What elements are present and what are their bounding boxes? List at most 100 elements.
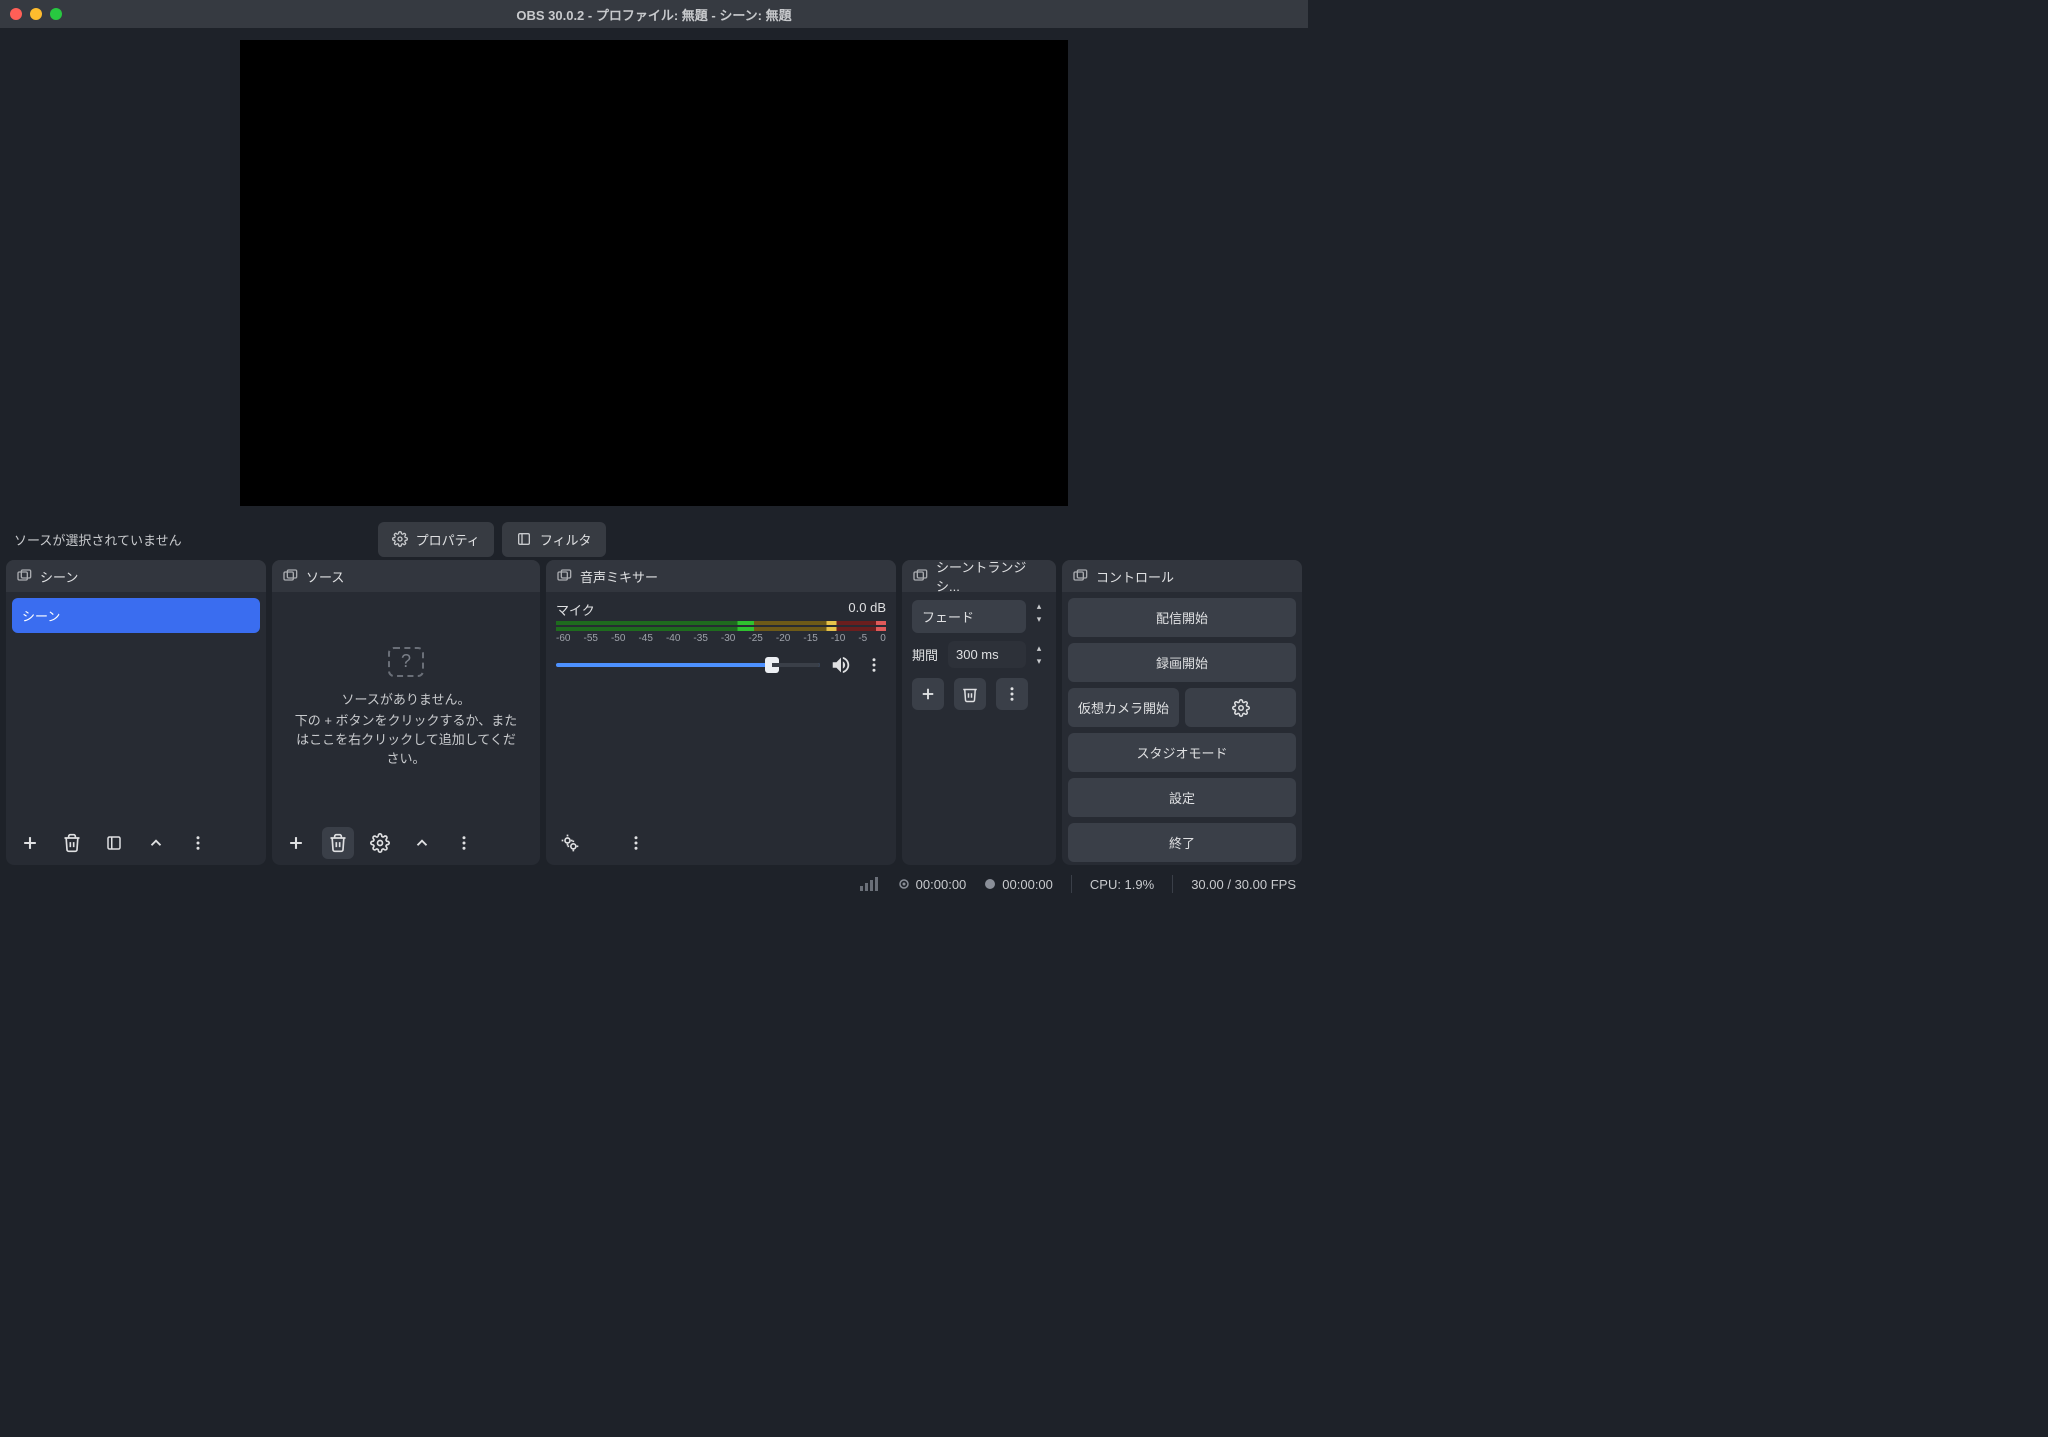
window-controls [10, 8, 62, 20]
volume-slider[interactable] [556, 663, 820, 667]
scene-more-button[interactable] [182, 827, 214, 859]
source-move-up-button[interactable] [406, 827, 438, 859]
mute-button[interactable] [828, 652, 854, 678]
network-bars-icon [860, 877, 880, 891]
add-source-button[interactable] [280, 827, 312, 859]
add-transition-button[interactable] [912, 678, 944, 710]
transition-select-stepper[interactable]: ▴ ▾ [1032, 600, 1046, 633]
remove-transition-button[interactable] [954, 678, 986, 710]
divider [1172, 875, 1173, 893]
audio-meter-scale: -60 -55 -50 -45 -40 -35 -30 -25 -20 -15 … [556, 633, 886, 644]
cpu-usage: CPU: 1.9% [1090, 877, 1154, 892]
channel-options-button[interactable] [862, 653, 886, 677]
transition-more-button[interactable] [996, 678, 1028, 710]
audio-mixer-panel-header[interactable]: 音声ミキサー [546, 560, 896, 592]
question-placeholder-icon: ? [388, 647, 424, 677]
sources-panel-footer [272, 821, 540, 865]
stream-status: 00:00:00 [898, 877, 967, 892]
audio-mixer-panel-footer [546, 821, 896, 865]
record-time: 00:00:00 [1002, 877, 1053, 892]
chevron-down-icon[interactable]: ▾ [1032, 613, 1046, 625]
scene-item[interactable]: シーン [12, 598, 260, 633]
source-properties-label: プロパティ [416, 530, 480, 549]
preview-canvas[interactable] [240, 40, 1068, 506]
dock-panels: シーン シーン [0, 560, 1308, 865]
empty-sources-line1: ソースがありません。 [342, 689, 471, 708]
mixer-channel: マイク 0.0 dB -60 -55 -50 -45 -40 -35 -30 -… [546, 592, 896, 686]
transitions-panel-header[interactable]: シーントランジシ... [902, 560, 1056, 592]
chevron-down-icon[interactable]: ▾ [1032, 655, 1046, 667]
sources-panel: ソース ? ソースがありません。 下の + ボタンをクリックするか、またはここを… [272, 560, 540, 865]
dock-icon [282, 568, 298, 584]
scene-list: シーン [6, 592, 266, 639]
scene-move-up-button[interactable] [140, 827, 172, 859]
preview-area [0, 28, 1308, 518]
minimize-window-button[interactable] [30, 8, 42, 20]
scenes-panel-header[interactable]: シーン [6, 560, 266, 592]
sources-panel-title: ソース [306, 567, 344, 586]
stream-time: 00:00:00 [916, 877, 967, 892]
scenes-panel: シーン シーン [6, 560, 266, 865]
source-selection-status: ソースが選択されていません [14, 530, 182, 549]
source-more-button[interactable] [448, 827, 480, 859]
start-virtualcam-button[interactable]: 仮想カメラ開始 [1068, 688, 1179, 727]
duration-input[interactable]: 300 ms [948, 641, 1026, 668]
dock-icon [556, 568, 572, 584]
source-properties-button[interactable]: プロパティ [378, 522, 494, 557]
filter-icon [516, 531, 532, 547]
scenes-panel-footer [6, 821, 266, 865]
scenes-panel-title: シーン [40, 567, 78, 586]
volume-slider-thumb[interactable] [765, 657, 779, 673]
virtualcam-config-button[interactable] [1185, 688, 1296, 727]
mixer-channel-name: マイク [556, 600, 595, 619]
window-title: OBS 30.0.2 - プロファイル: 無題 - シーン: 無題 [0, 5, 1308, 24]
titlebar: OBS 30.0.2 - プロファイル: 無題 - シーン: 無題 [0, 0, 1308, 28]
mixer-more-button[interactable] [620, 827, 652, 859]
start-recording-button[interactable]: 録画開始 [1068, 643, 1296, 682]
controls-panel: コントロール 配信開始 録画開始 仮想カメラ開始 スタジオモード 設定 終了 [1062, 560, 1302, 865]
audio-mixer-panel: 音声ミキサー マイク 0.0 dB -60 -55 -50 -45 -40 -3… [546, 560, 896, 865]
controls-panel-title: コントロール [1096, 567, 1174, 586]
fps-status: 30.00 / 30.00 FPS [1191, 877, 1296, 892]
scene-filters-button[interactable] [98, 827, 130, 859]
transition-select[interactable]: フェード [912, 600, 1026, 633]
transition-select-value: フェード [922, 607, 974, 626]
transitions-panel-title: シーントランジシ... [936, 560, 1046, 595]
advanced-audio-button[interactable] [554, 827, 586, 859]
remove-source-button[interactable] [322, 827, 354, 859]
gear-icon [392, 531, 408, 547]
sources-panel-header[interactable]: ソース [272, 560, 540, 592]
duration-label: 期間 [912, 645, 942, 664]
live-dot-icon [898, 878, 910, 890]
audio-meter [556, 627, 886, 631]
source-filters-button[interactable]: フィルタ [502, 522, 606, 557]
start-streaming-button[interactable]: 配信開始 [1068, 598, 1296, 637]
statusbar: 00:00:00 00:00:00 CPU: 1.9% 30.00 / 30.0… [0, 869, 1308, 899]
close-window-button[interactable] [10, 8, 22, 20]
dock-icon [912, 568, 928, 584]
chevron-up-icon[interactable]: ▴ [1032, 642, 1046, 654]
record-dot-icon [984, 878, 996, 890]
dock-icon [1072, 568, 1088, 584]
empty-sources-line2: 下の + ボタンをクリックするか、またはここを右クリックして追加してください。 [290, 710, 522, 767]
source-toolbar: ソースが選択されていません プロパティ フィルタ [0, 518, 1308, 560]
controls-panel-header[interactable]: コントロール [1062, 560, 1302, 592]
add-scene-button[interactable] [14, 827, 46, 859]
dock-icon [16, 568, 32, 584]
source-filters-label: フィルタ [540, 530, 592, 549]
maximize-window-button[interactable] [50, 8, 62, 20]
audio-mixer-panel-title: 音声ミキサー [580, 567, 658, 586]
exit-button[interactable]: 終了 [1068, 823, 1296, 862]
settings-button[interactable]: 設定 [1068, 778, 1296, 817]
record-status: 00:00:00 [984, 877, 1053, 892]
mixer-channel-db: 0.0 dB [848, 600, 886, 619]
duration-stepper[interactable]: ▴ ▾ [1032, 642, 1046, 667]
source-properties-icon-button[interactable] [364, 827, 396, 859]
divider [1071, 875, 1072, 893]
chevron-up-icon[interactable]: ▴ [1032, 600, 1046, 612]
audio-meter [556, 621, 886, 625]
remove-scene-button[interactable] [56, 827, 88, 859]
studio-mode-button[interactable]: スタジオモード [1068, 733, 1296, 772]
transitions-panel: シーントランジシ... フェード ▴ ▾ 期間 300 ms ▴ [902, 560, 1056, 865]
sources-empty-state[interactable]: ? ソースがありません。 下の + ボタンをクリックするか、またはここを右クリッ… [272, 592, 540, 821]
